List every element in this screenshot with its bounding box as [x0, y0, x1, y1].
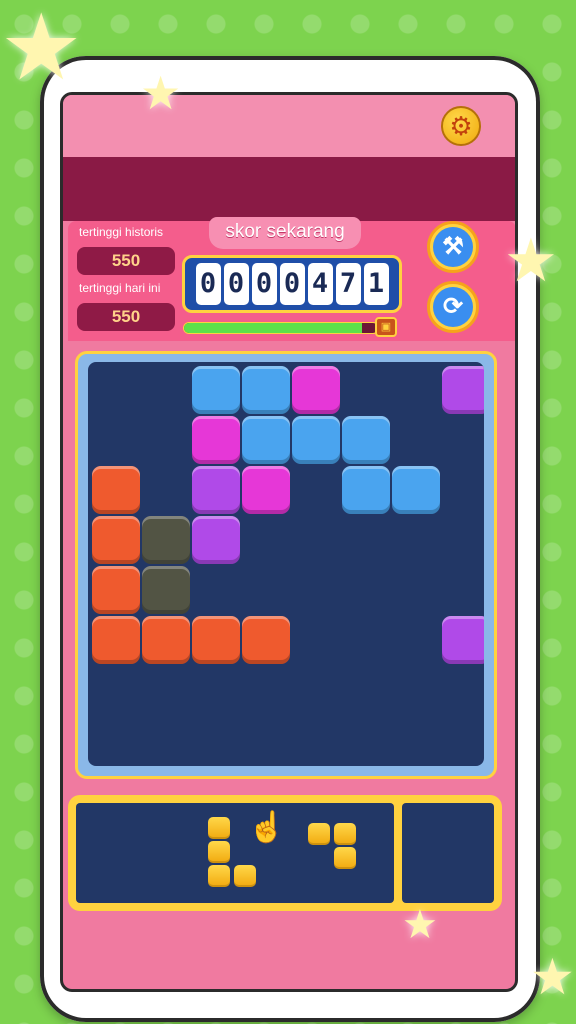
treasure-chest-icon: ▣: [375, 317, 397, 337]
hammer-icon: ⚒: [433, 227, 473, 267]
piece-block: [208, 817, 230, 839]
piece-block: [334, 847, 356, 869]
score-digit: 0: [195, 263, 221, 305]
piece-block: [308, 823, 330, 845]
board-block-orange: [92, 566, 140, 614]
board-block-ghost: [142, 516, 190, 564]
header-band: [63, 157, 515, 221]
score-progress-bar: [183, 322, 379, 334]
board-block-blue: [192, 366, 240, 414]
gear-icon: ⚙: [449, 111, 473, 141]
hammer-button[interactable]: ⚒: [427, 221, 479, 273]
game-screen: ⚙ skor sekarang tertinggi historis 550 t…: [60, 92, 518, 992]
today-high-value: 550: [77, 303, 175, 331]
score-digit: 0: [251, 263, 277, 305]
star-icon: ★: [140, 67, 182, 119]
score-digit: 4: [307, 263, 333, 305]
score-digit: 7: [335, 263, 361, 305]
piece-block: [208, 841, 230, 863]
pointing-hand-icon: ☝: [248, 811, 286, 844]
piece-slot-side[interactable]: [402, 803, 494, 903]
board-block-purple: [192, 516, 240, 564]
board-block-purple: [442, 616, 484, 664]
board-block-magenta: [192, 416, 240, 464]
board-frame: [75, 351, 497, 779]
board-block-purple: [442, 366, 484, 414]
piece-block: [334, 823, 356, 845]
board-block-blue: [342, 416, 390, 464]
score-digit: 0: [279, 263, 305, 305]
star-icon: ★: [530, 949, 575, 1005]
historical-high-label: tertinggi historis: [79, 225, 164, 239]
board-block-blue: [392, 466, 440, 514]
board-block-orange: [142, 616, 190, 664]
score-title: skor sekarang: [209, 217, 361, 249]
board-block-magenta: [292, 366, 340, 414]
board-block-orange: [192, 616, 240, 664]
refresh-icon: ⟳: [433, 287, 473, 327]
board-block-ghost: [142, 566, 190, 614]
star-icon: ★: [402, 903, 438, 947]
piece-block: [234, 865, 256, 887]
historical-high-value: 550: [77, 247, 175, 275]
score-digit: 0: [223, 263, 249, 305]
star-icon: ★: [0, 0, 83, 99]
star-icon: ★: [504, 227, 558, 294]
score-digit: 1: [363, 263, 389, 305]
piece-block: [208, 865, 230, 887]
piece-slot-main[interactable]: [76, 803, 394, 903]
board-block-blue: [342, 466, 390, 514]
board-block-magenta: [242, 466, 290, 514]
settings-button[interactable]: ⚙: [441, 106, 481, 146]
board-block-blue: [292, 416, 340, 464]
board-block-blue: [242, 366, 290, 414]
score-counter: 0 0 0 0 4 7 1: [182, 255, 402, 313]
board-block-purple: [192, 466, 240, 514]
game-board[interactable]: [88, 362, 484, 766]
board-block-orange: [92, 466, 140, 514]
board-block-orange: [242, 616, 290, 664]
board-block-orange: [92, 616, 140, 664]
today-high-label: tertinggi hari ini: [79, 281, 161, 295]
score-progress-fill: [184, 323, 363, 333]
board-block-orange: [92, 516, 140, 564]
board-block-blue: [242, 416, 290, 464]
refresh-button[interactable]: ⟳: [427, 281, 479, 333]
